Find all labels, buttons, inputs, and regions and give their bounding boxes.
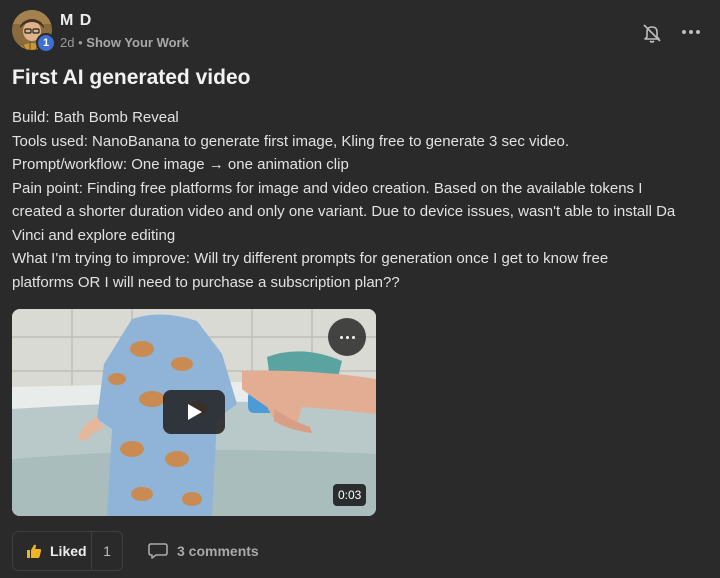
thumbs-up-icon: [27, 544, 42, 558]
like-label: Liked: [50, 543, 87, 559]
more-horizontal-icon: [682, 30, 700, 34]
post-body-line: What I'm trying to improve: Will try dif…: [12, 250, 609, 267]
post-body-line: Prompt/workflow: One image → one animati…: [12, 156, 349, 173]
like-control: Liked 1: [12, 531, 123, 571]
post-more-button[interactable]: [680, 22, 702, 42]
post-body-line: Pain point: Finding free platforms for i…: [12, 179, 643, 197]
like-button[interactable]: Liked: [13, 532, 91, 570]
post-body-line: created a shorter duration video and onl…: [12, 203, 676, 220]
meta-separator: •: [78, 35, 83, 50]
more-horizontal-icon: [339, 335, 355, 339]
post-body: Build: Bath Bomb Reveal Tools used: Nano…: [12, 106, 712, 294]
post-body-line: Tools used: NanoBanana to generate first…: [12, 132, 570, 150]
level-badge: 1: [36, 33, 56, 53]
bell-off-icon: [643, 24, 661, 43]
post-meta: 2d • Show Your Work: [60, 35, 189, 50]
play-icon: [188, 404, 202, 420]
comments-button[interactable]: 3 comments: [148, 541, 259, 561]
like-count[interactable]: 1: [91, 532, 122, 570]
notifications-toggle[interactable]: [641, 22, 663, 44]
post-body-line: Vinci and explore editing: [12, 226, 176, 244]
post-time: 2d: [60, 35, 75, 50]
post-body-line: platforms OR I will need to purchase a s…: [12, 273, 400, 291]
comments-label: 3 comments: [177, 543, 259, 559]
post-body-line: Build: Bath Bomb Reveal: [12, 109, 179, 126]
author-name[interactable]: M D: [60, 12, 92, 30]
post-category[interactable]: Show Your Work: [86, 35, 189, 50]
comment-icon: [148, 543, 168, 559]
post-card: 1 M D 2d • Show Your Work First AI gener…: [0, 0, 720, 578]
video-duration: 0:03: [333, 484, 367, 506]
post-title: First AI generated video: [12, 66, 251, 89]
play-button[interactable]: [163, 390, 225, 434]
video-player[interactable]: 0:03: [12, 309, 376, 516]
video-menu-button[interactable]: [328, 318, 366, 356]
